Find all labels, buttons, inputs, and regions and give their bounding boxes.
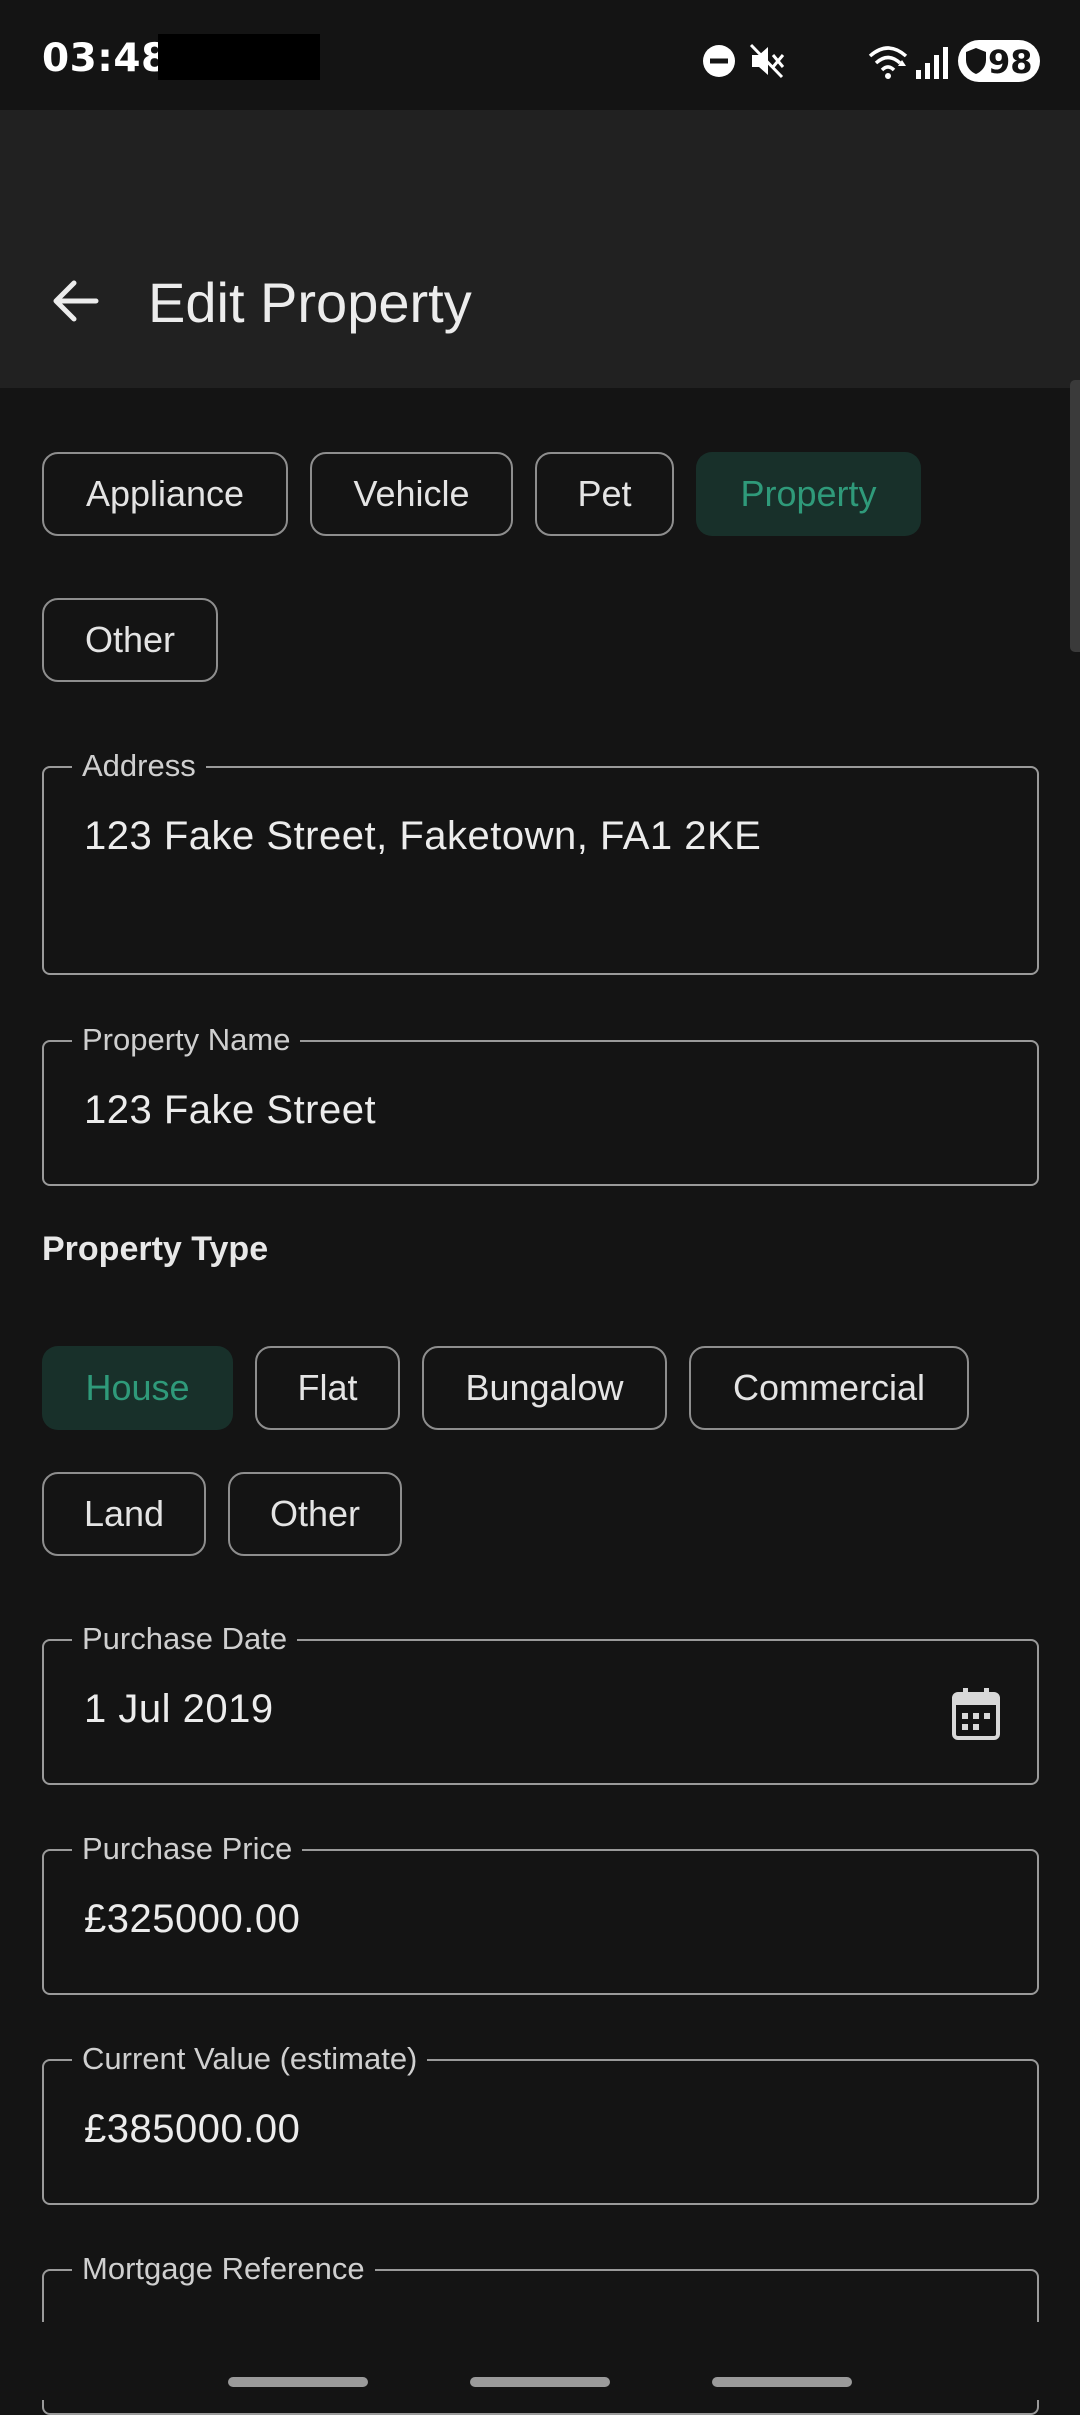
navigation-bar: [0, 2322, 1080, 2400]
page-title: Edit Property: [148, 271, 472, 334]
do-not-disturb-icon: [703, 45, 735, 77]
type-chip-house[interactable]: House: [42, 1346, 233, 1430]
scrollbar[interactable]: [1070, 380, 1080, 652]
status-time: 03:48: [42, 36, 169, 81]
current-value-field[interactable]: Current Value (estimate) £385000.00: [42, 2041, 1039, 2205]
signal-icon: [916, 47, 948, 79]
type-chip-flat[interactable]: Flat: [255, 1346, 400, 1430]
chip-label: Commercial: [732, 1367, 926, 1408]
purchase-price-field[interactable]: Purchase Price £325000.00: [42, 1831, 1039, 1995]
price-amount: 325000.00: [106, 1897, 301, 1941]
shield-icon: [966, 48, 986, 74]
property-name-value: 123 Fake Street: [84, 1088, 377, 1132]
current-value-value: £385000.00: [84, 2107, 300, 2152]
type-chip-commercial[interactable]: Commercial: [689, 1346, 969, 1430]
nav-handle-right[interactable]: [712, 2377, 852, 2387]
chip-label: Land: [83, 1493, 165, 1534]
chip-other[interactable]: Other: [42, 598, 218, 682]
purchase-price-value: £325000.00: [84, 1897, 300, 1942]
property-name-field[interactable]: Property Name 123 Fake Street: [42, 1022, 1039, 1186]
address-field[interactable]: Address 123 Fake Street, Faketown, FA1 2…: [42, 748, 1039, 975]
wifi-icon: [868, 46, 908, 79]
type-chip-bungalow[interactable]: Bungalow: [422, 1346, 667, 1430]
chip-property[interactable]: Property: [696, 452, 921, 536]
chip-label: Other: [269, 1493, 361, 1534]
purchase-date-field[interactable]: Purchase Date 1 Jul 2019: [42, 1621, 1039, 1785]
battery-level: 98: [988, 43, 1033, 81]
currency-symbol: £: [84, 1897, 107, 1941]
type-chip-other[interactable]: Other: [228, 1472, 402, 1556]
arrow-back-icon: [53, 280, 99, 322]
chip-label: Appliance: [85, 473, 245, 514]
chip-label: Bungalow: [465, 1367, 624, 1408]
address-value: 123 Fake Street, Faketown, FA1 2KE: [84, 814, 762, 858]
redacted-area: [158, 34, 320, 80]
chip-label: Flat: [297, 1367, 358, 1408]
current-value-label: Current Value (estimate): [72, 2041, 428, 2077]
currency-symbol: £: [84, 2107, 107, 2151]
chip-label: House: [85, 1367, 190, 1408]
chip-label: Other: [84, 619, 176, 660]
mortgage-reference-label: Mortgage Reference: [72, 2251, 375, 2287]
nav-handle-center[interactable]: [470, 2377, 610, 2387]
value-amount: 385000.00: [106, 2107, 301, 2151]
back-button[interactable]: [40, 266, 110, 336]
address-label: Address: [72, 748, 206, 784]
vibrate-mute-icon: [749, 43, 785, 79]
battery-indicator: 98: [958, 40, 1040, 82]
nav-handle-left[interactable]: [228, 2377, 368, 2387]
chip-pet[interactable]: Pet: [535, 452, 674, 536]
app-bar: [0, 110, 1080, 388]
chip-appliance[interactable]: Appliance: [42, 452, 288, 536]
chip-label: Vehicle: [353, 473, 470, 514]
chip-vehicle[interactable]: Vehicle: [310, 452, 513, 536]
purchase-date-value: 1 Jul 2019: [84, 1687, 274, 1731]
chip-label: Property: [740, 473, 877, 514]
status-bar: 03:48 98: [0, 0, 1080, 110]
property-type-heading: Property Type: [42, 1230, 269, 1268]
calendar-icon[interactable]: [950, 1686, 1002, 1742]
purchase-price-label: Purchase Price: [72, 1831, 303, 1867]
chip-label: Pet: [577, 473, 632, 514]
type-chip-land[interactable]: Land: [42, 1472, 206, 1556]
purchase-date-label: Purchase Date: [72, 1621, 298, 1657]
property-name-label: Property Name: [72, 1022, 301, 1058]
